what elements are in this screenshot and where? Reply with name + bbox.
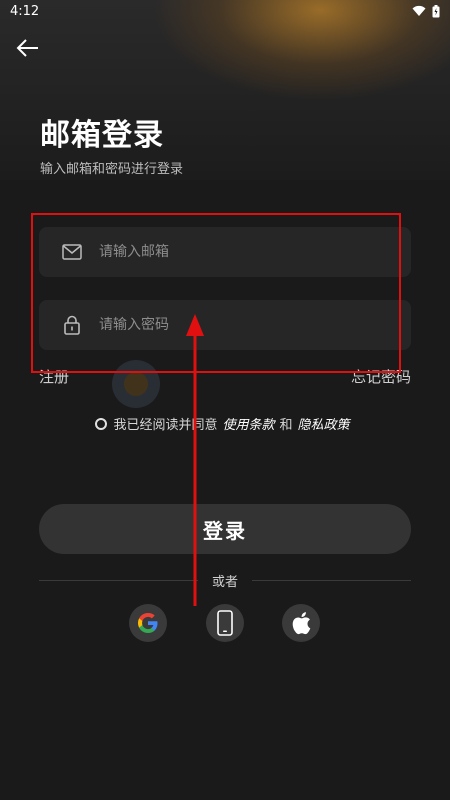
annotation-arrow-icon	[186, 314, 204, 606]
battery-icon	[432, 4, 440, 17]
back-button[interactable]	[14, 34, 42, 62]
agreement-row: 我已经阅读并同意 使用条款 和 隐私政策	[0, 414, 450, 433]
divider-line-right	[252, 579, 412, 581]
status-icons	[412, 4, 440, 18]
wifi-icon	[412, 5, 426, 16]
divider: 或者	[39, 570, 412, 590]
page-subtitle: 输入邮箱和密码进行登录	[40, 162, 184, 177]
phone-icon	[217, 610, 233, 636]
apple-login-button[interactable]	[282, 604, 320, 642]
login-button[interactable]: 登录	[39, 504, 411, 554]
agreement-conjunction: 和	[279, 418, 293, 433]
page-title: 邮箱登录	[40, 118, 164, 153]
arrow-left-icon	[16, 39, 38, 57]
apple-icon	[292, 612, 311, 635]
terms-link[interactable]: 使用条款	[222, 414, 274, 433]
status-bar: 4:12	[0, 0, 450, 22]
privacy-link[interactable]: 隐私政策	[298, 414, 350, 433]
divider-line-left	[39, 579, 198, 581]
agreement-radio[interactable]	[95, 417, 108, 430]
google-login-button[interactable]	[129, 604, 167, 642]
google-icon	[138, 613, 158, 633]
status-time: 4:12	[10, 3, 40, 19]
annotation-highlight-box	[31, 213, 401, 373]
phone-login-button[interactable]	[206, 604, 244, 642]
